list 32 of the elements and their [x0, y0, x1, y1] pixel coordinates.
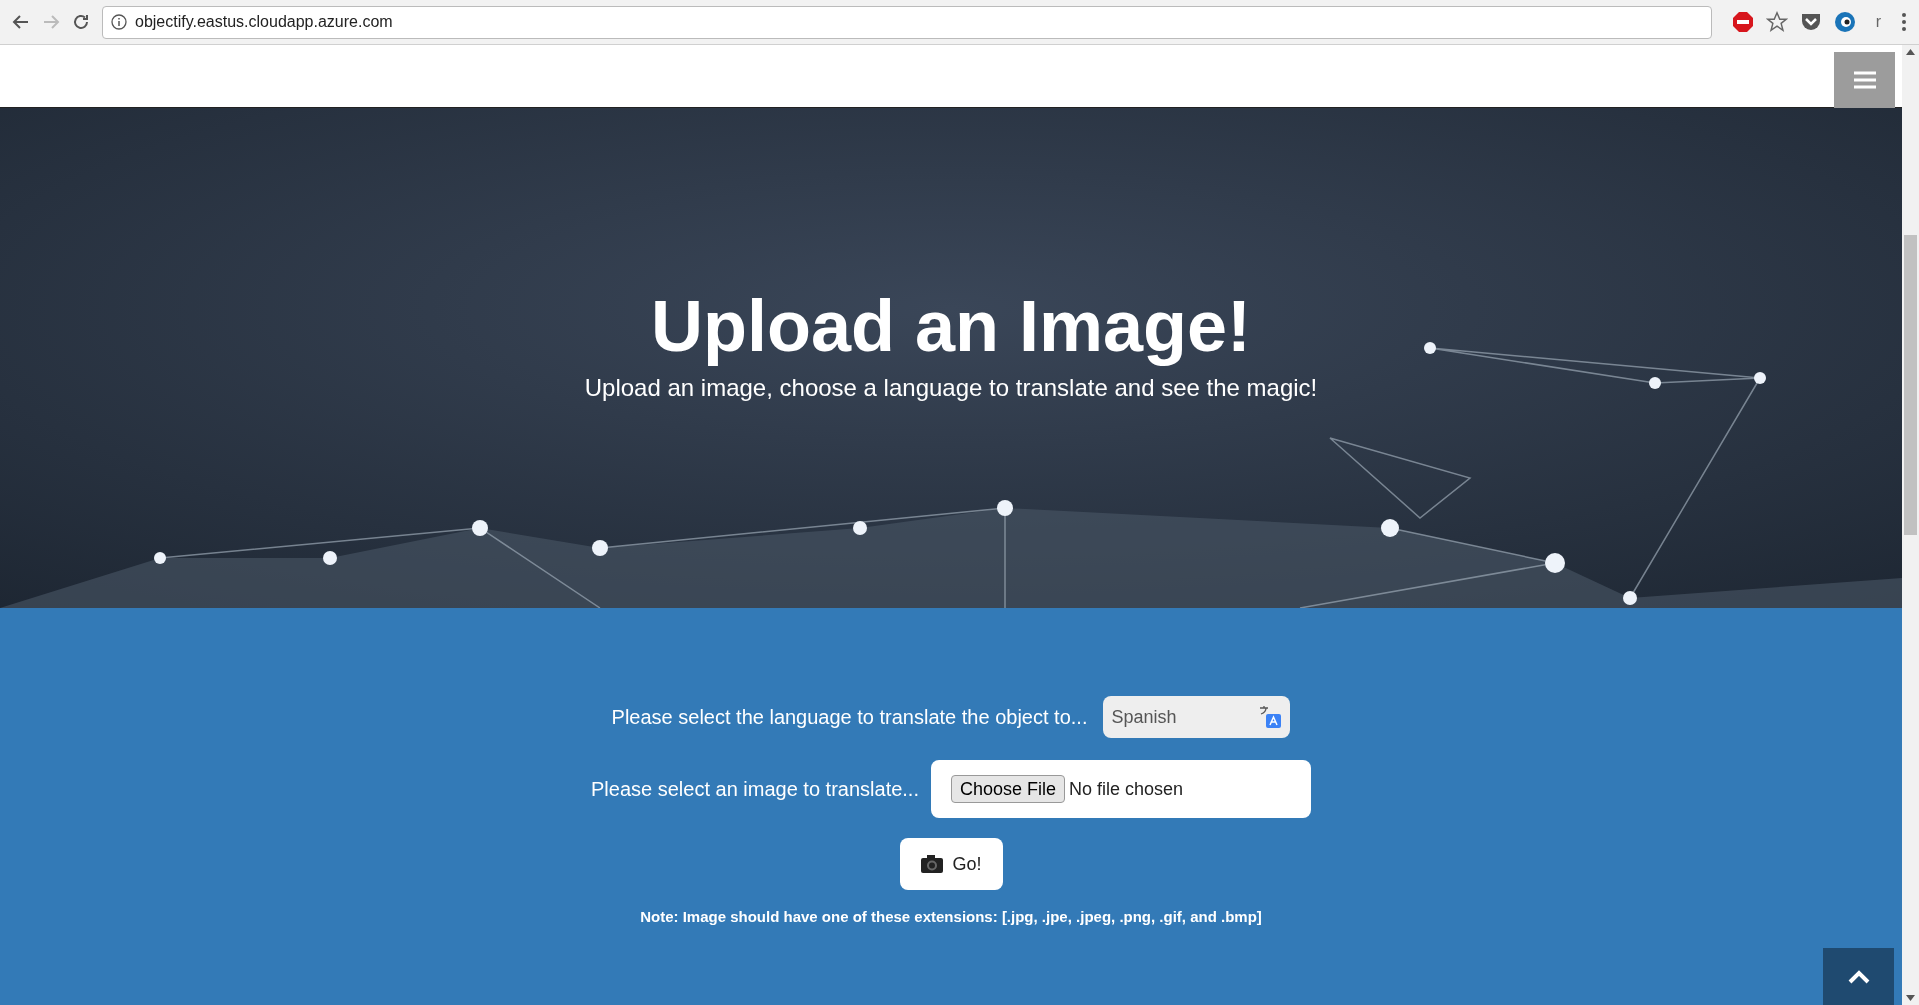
menu-icon: [1853, 71, 1876, 89]
language-value: Spanish: [1111, 705, 1177, 729]
star-icon[interactable]: [1765, 11, 1788, 33]
info-icon: [111, 14, 127, 30]
reload-icon[interactable]: [72, 13, 90, 31]
translate-icon: [1258, 705, 1283, 729]
hero-subtitle: Upload an image, choose a language to translate and see the magic!: [584, 373, 1318, 403]
file-input[interactable]: Choose File No file chosen: [931, 760, 1311, 818]
hero-title: Upload an Image!: [650, 286, 1252, 366]
scroll-down-icon[interactable]: [1906, 995, 1915, 1001]
stop-sign-icon[interactable]: [1731, 11, 1754, 33]
go-button[interactable]: Go!: [899, 838, 1003, 890]
menu-button[interactable]: [1834, 52, 1895, 108]
eye-icon[interactable]: [1833, 11, 1856, 33]
extension-letter[interactable]: r: [1867, 10, 1889, 34]
scrollbar[interactable]: [1902, 45, 1919, 1005]
scroll-thumb[interactable]: [1904, 235, 1917, 535]
address-bar[interactable]: objectify.eastus.cloudapp.azure.com: [102, 5, 1712, 39]
language-label: Please select the language to translate the object to...: [611, 705, 1088, 730]
more-icon[interactable]: [1901, 12, 1907, 32]
camera-icon: [920, 854, 945, 874]
note-text: Note: Image should have one of these extensions: [.jpg, .jpe, .jpeg, .png, .gif, and .bmp]: [640, 907, 1262, 927]
address-text: objectify.eastus.cloudapp.azure.com: [135, 12, 393, 32]
file-status: No file chosen: [1069, 777, 1184, 801]
back-icon[interactable]: [12, 13, 30, 31]
image-label: Please select an image to translate...: [591, 777, 919, 802]
scroll-up-icon[interactable]: [1906, 49, 1915, 55]
choose-file-button[interactable]: Choose File: [951, 775, 1066, 803]
chevron-up-icon: [1847, 969, 1870, 984]
back-to-top-button[interactable]: [1823, 948, 1894, 1005]
language-select[interactable]: Spanish: [1103, 696, 1291, 738]
shield-icon[interactable]: [1799, 11, 1822, 33]
